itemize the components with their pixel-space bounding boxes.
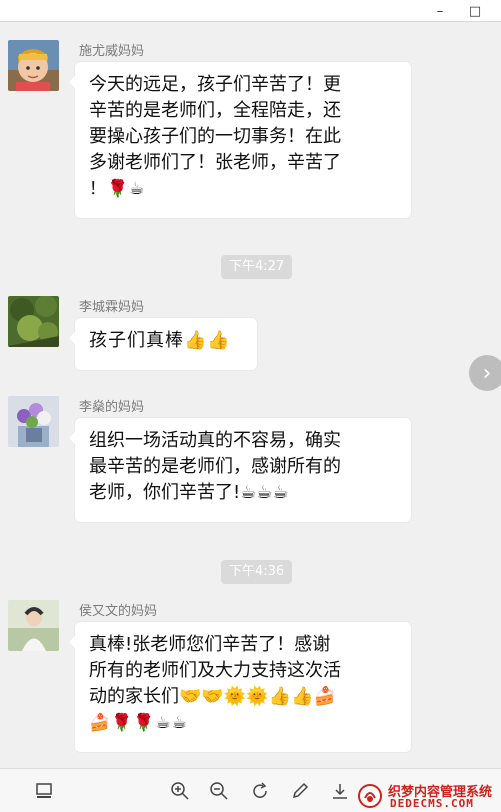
message-line: 所有的老师们及大力支持这次活 [89,660,341,681]
message-bubble[interactable]: 真棒!张老师您们辛苦了！感谢 所有的老师们及大力支持这次活 动的家长们🤝🤝🌞🌞👍… [69,622,411,752]
message-line: 组织一场活动真的不容易，确实 [89,430,341,451]
minimize-button[interactable]: – [425,0,455,22]
avatar[interactable] [8,600,59,651]
sender-name: 李城霖妈妈 [79,300,145,315]
window-titlebar: – □ [0,0,501,22]
message-line: 最辛苦的是老师们，感谢所有的 [89,456,341,477]
avatar[interactable] [8,396,59,447]
message-line: ！🌹☕ [89,179,146,199]
message-line: 辛苦的是老师们，全程陪走，还 [89,100,341,121]
edit-icon[interactable] [288,779,312,803]
message-line: 孩子们真棒👍👍 [89,330,231,351]
thumbnail-icon[interactable] [32,779,56,803]
message-bubble[interactable]: 今天的远足，孩子们辛苦了！更 辛苦的是老师们，全程陪走，还 要操心孩子们的一切事… [69,62,411,218]
avatar[interactable] [8,296,59,347]
message-line: 老师，你们辛苦了!☕☕☕ [89,482,289,503]
avatar[interactable] [8,40,59,91]
download-icon[interactable] [328,779,352,803]
zoom-out-icon[interactable] [207,779,231,803]
rotate-icon[interactable] [248,779,272,803]
sender-name: 施尤威妈妈 [79,44,145,59]
watermark: 织梦内容管理系统 DEDECMS.COM [356,780,501,812]
message-line: 多谢老师们了！张老师，辛苦了 [89,152,341,173]
timestamp: 下午4:27 [221,255,293,279]
zoom-in-icon[interactable] [168,779,192,803]
sender-name: 侯又文的妈妈 [79,604,158,619]
message-bubble[interactable]: 孩子们真棒👍👍 [69,318,257,370]
message-line: 真棒!张老师您们辛苦了！感谢 [89,634,331,655]
chat-area[interactable]: 施尤威妈妈 今天的远足，孩子们辛苦了！更 辛苦的是老师们，全程陪走，还 要操心孩… [0,22,501,768]
message-line: 🍰🌹🌹☕☕ [89,713,188,733]
message-line: 今天的远足，孩子们辛苦了！更 [89,74,341,95]
message-line: 要操心孩子们的一切事务！在此 [89,126,341,147]
watermark-domain: DEDECMS.COM [390,797,474,810]
chevron-right-icon: › [482,360,492,386]
message-bubble[interactable]: 组织一场活动真的不容易，确实 最辛苦的是老师们，感谢所有的 老师，你们辛苦了!☕… [69,418,411,522]
maximize-button[interactable]: □ [460,0,490,22]
next-arrow-button[interactable]: › [469,355,501,391]
sender-name: 李燊的妈妈 [79,400,145,415]
message-line: 动的家长们🤝🤝🌞🌞👍👍🍰 [89,686,336,707]
timestamp: 下午4:36 [221,560,293,584]
